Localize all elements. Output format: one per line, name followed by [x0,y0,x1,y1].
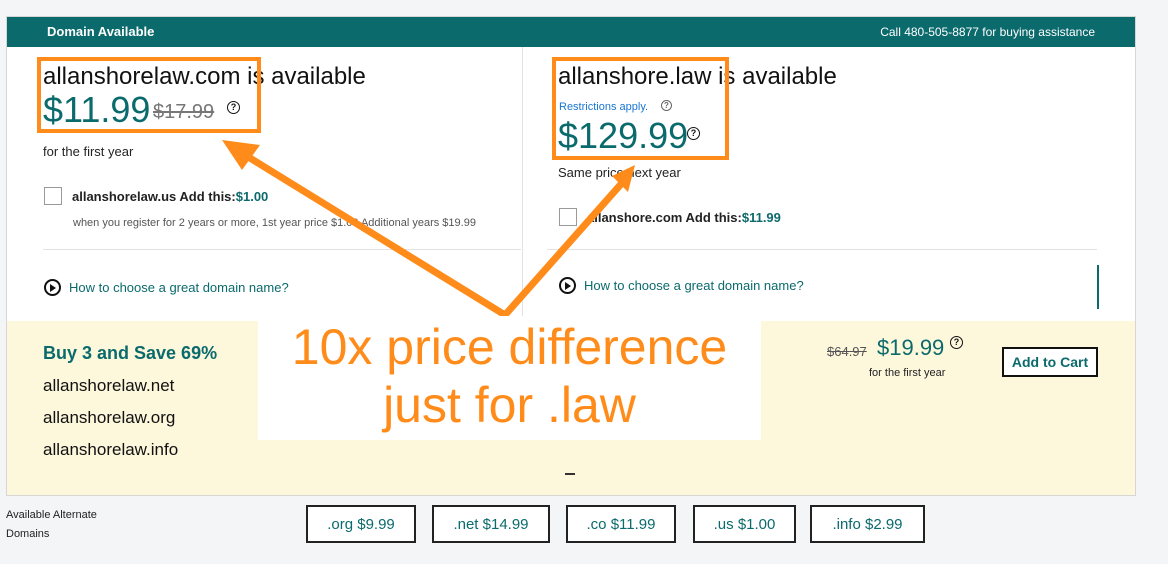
annotation-arrows [222,140,635,319]
arrow-to-law-price [501,179,626,319]
arrow-to-com-price [241,151,509,319]
annotation-line-1: 10x price difference [291,319,728,375]
annotation-line-2: just for .law [383,377,636,433]
arrowhead-com [222,140,260,170]
annotation-callout: 10x price difference just for .law [258,316,761,440]
